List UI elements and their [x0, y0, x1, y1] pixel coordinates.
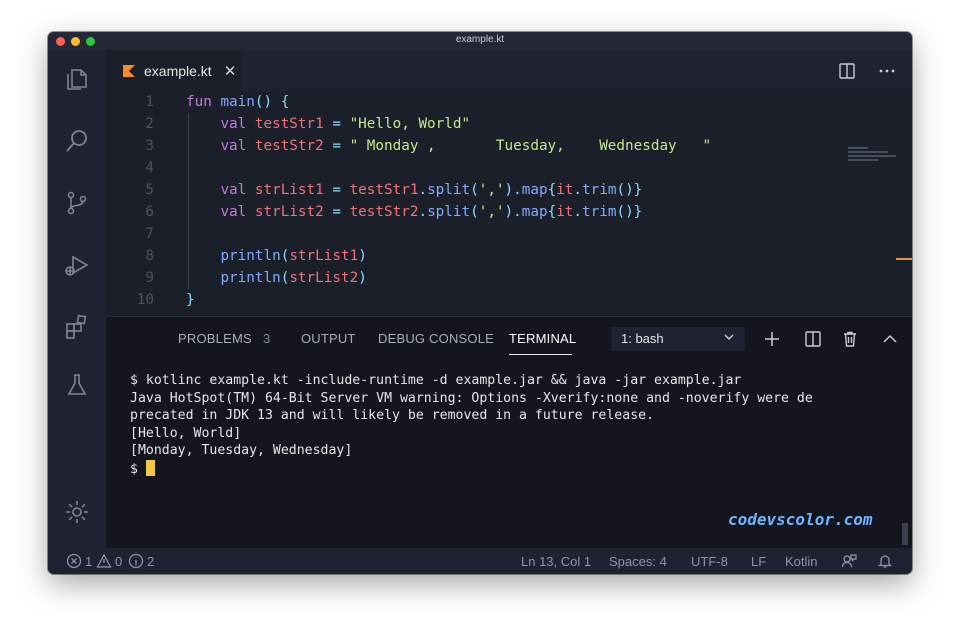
encoding[interactable]: UTF-8 — [691, 554, 728, 569]
error-count[interactable]: 1 — [85, 554, 92, 569]
tab-output[interactable]: OUTPUT — [301, 331, 356, 346]
kotlin-icon — [123, 64, 135, 77]
tab-label: example.kt — [144, 62, 212, 79]
minimap[interactable] — [848, 147, 898, 169]
maximize-panel-icon[interactable] — [880, 329, 900, 349]
terminal-select[interactable]: 1: bash — [611, 327, 745, 351]
info-icon[interactable] — [128, 553, 144, 569]
active-tab-indicator — [509, 354, 572, 355]
tab-example-kt[interactable]: example.kt ✕ — [106, 50, 241, 91]
terminal-scrollbar[interactable] — [902, 523, 908, 545]
terminal-prompt-line: $ — [130, 459, 890, 479]
more-actions-icon[interactable] — [876, 60, 898, 82]
terminal-output[interactable]: $ kotlinc example.kt -include-runtime -d… — [130, 372, 890, 478]
terminal-select-value: 1: bash — [621, 331, 664, 346]
editor-tab-bar: example.kt ✕ — [106, 50, 912, 91]
terminal-line: precated in JDK 13 and will likely be re… — [130, 408, 655, 423]
info-count[interactable]: 2 — [147, 554, 154, 569]
activity-bar — [48, 50, 106, 548]
terminal-line: [Monday, Tuesday, Wednesday] — [130, 443, 353, 458]
warning-count[interactable]: 0 — [115, 554, 122, 569]
watermark: codevscolor.com — [728, 510, 873, 529]
debug-icon[interactable] — [62, 250, 92, 280]
feedback-icon[interactable] — [841, 553, 857, 569]
terminal-line: [Hello, World] — [130, 425, 242, 441]
vscode-window: example.kt example.kt ✕ 1 fun main() {2… — [48, 32, 912, 574]
files-icon[interactable] — [62, 64, 92, 94]
problems-count-badge: 3 — [263, 331, 271, 346]
terminal-line: $ kotlinc example.kt -include-runtime -d… — [130, 373, 742, 388]
extensions-icon[interactable] — [62, 312, 92, 342]
error-icon[interactable] — [66, 553, 82, 569]
add-terminal-icon[interactable] — [762, 329, 782, 349]
split-editor-icon[interactable] — [836, 60, 858, 82]
bottom-panel: PROBLEMS 3 OUTPUT DEBUG CONSOLE TERMINAL… — [106, 316, 912, 549]
trash-icon[interactable] — [840, 329, 860, 349]
cursor-position[interactable]: Ln 13, Col 1 — [521, 554, 591, 569]
panel-tab-bar: PROBLEMS 3 OUTPUT DEBUG CONSOLE TERMINAL… — [106, 317, 912, 361]
close-icon[interactable]: ✕ — [224, 62, 237, 80]
tab-terminal[interactable]: TERMINAL — [509, 331, 576, 346]
title-bar: example.kt — [48, 32, 912, 50]
gear-icon[interactable] — [62, 497, 92, 527]
split-terminal-icon[interactable] — [803, 329, 823, 349]
editor: example.kt ✕ 1 fun main() { 2 val testStr… — [106, 50, 912, 316]
tab-problems[interactable]: PROBLEMS — [178, 331, 252, 346]
terminal-prompt: $ — [130, 461, 146, 477]
flask-icon[interactable] — [62, 370, 92, 400]
end-of-line[interactable]: LF — [751, 554, 766, 569]
window-title: example.kt — [455, 34, 505, 45]
scrollbar-marker — [896, 258, 912, 260]
source-control-icon[interactable] — [62, 188, 92, 218]
status-bar: 1 0 2 Ln 13, Col 1 Spaces: 4 UTF-8 LF Ko… — [48, 548, 912, 574]
terminal-cursor — [145, 459, 155, 476]
indentation[interactable]: Spaces: 4 — [609, 554, 667, 569]
terminal-line: Java HotSpot(TM) 64-Bit Server VM warnin… — [130, 390, 813, 406]
tab-debug-console[interactable]: DEBUG CONSOLE — [378, 331, 494, 346]
search-icon[interactable] — [62, 126, 92, 156]
code-area[interactable]: 1 fun main() { 2 val testStr1 = "Hello, W… — [106, 91, 912, 316]
language-mode[interactable]: Kotlin — [785, 554, 818, 569]
chevron-down-icon — [724, 334, 734, 340]
bell-icon[interactable] — [877, 553, 893, 569]
warning-icon[interactable] — [96, 553, 112, 569]
